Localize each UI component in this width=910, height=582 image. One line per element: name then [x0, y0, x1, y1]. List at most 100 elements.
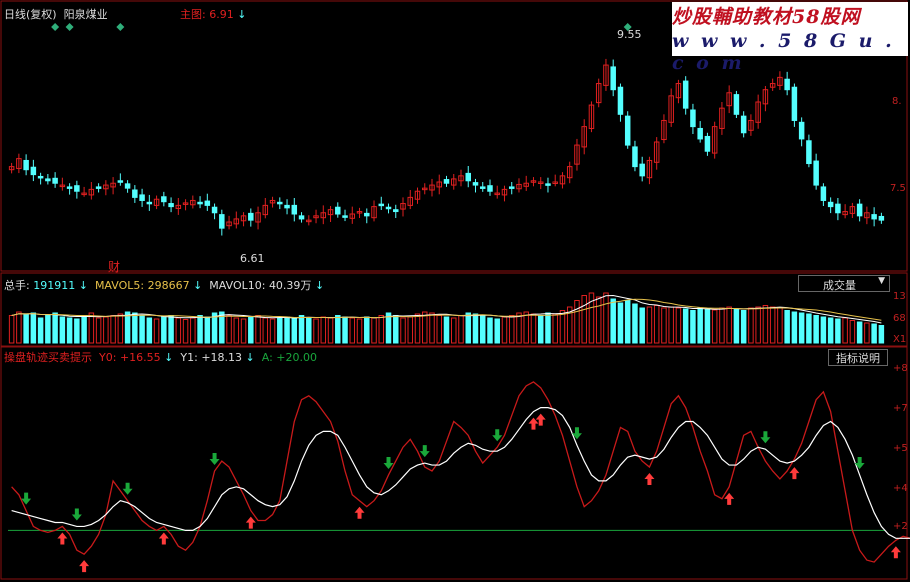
volume-bar: [755, 306, 761, 344]
volume-bar: [610, 298, 616, 344]
candle-body: [393, 209, 399, 213]
volume-bar: [617, 302, 624, 344]
candle-body: [37, 175, 44, 179]
candle-body: [342, 215, 348, 218]
candle-body: [798, 121, 805, 140]
candle-body: [443, 179, 450, 184]
volume-bar: [436, 315, 442, 344]
volume-indicator-dropdown[interactable]: 成交量 ▼: [798, 275, 890, 292]
volume-bar: [574, 300, 580, 344]
volume-bar: [364, 316, 370, 344]
candle-body: [23, 159, 29, 171]
volume-bar: [711, 309, 718, 344]
volume-bar: [320, 316, 327, 344]
candle-body: [139, 194, 145, 201]
volume-bar: [233, 317, 240, 344]
volume-bar: [371, 317, 377, 344]
cai-marker: 财: [108, 260, 121, 274]
volume-bar: [59, 316, 66, 344]
price-axis-label-1: 8.: [892, 96, 902, 107]
sell-arrow-icon: [854, 456, 865, 469]
candle-body: [277, 201, 283, 205]
price-high-label: 9.55: [617, 28, 642, 41]
volume-bar: [197, 315, 203, 344]
indicator-axis-label-3: +5: [893, 443, 908, 454]
volume-bar: [16, 311, 22, 344]
stock-name: 阳泉煤业: [63, 8, 108, 21]
volume-bar: [545, 312, 551, 344]
volume-bar: [458, 315, 464, 344]
volume-bar: [248, 316, 254, 344]
volume-bar: [653, 305, 660, 344]
volume-bar: [23, 313, 29, 344]
candle-body: [784, 78, 790, 91]
volume-bar: [117, 313, 124, 344]
buy-arrow-icon: [644, 473, 655, 486]
main-chart-value: 6.91: [209, 8, 234, 21]
signal-diamond-icon: [65, 23, 74, 31]
buy-arrow-icon: [724, 492, 735, 505]
candle-body: [465, 172, 471, 182]
volume-bar: [52, 312, 58, 344]
candle-body: [632, 146, 638, 168]
volume-bar: [508, 315, 515, 344]
volume-bar: [661, 307, 667, 344]
volume-bar: [95, 317, 102, 344]
volume-bar: [175, 317, 182, 344]
volume-bar: [190, 317, 196, 344]
volume-bar: [624, 300, 631, 344]
watermark-url: w w w . 5 8 G u . c o m: [672, 30, 908, 74]
volume-bar: [153, 318, 160, 344]
candle-body: [197, 201, 203, 205]
volume-bar: [762, 305, 769, 344]
candle-body: [117, 180, 124, 183]
candle-body: [146, 201, 153, 205]
volume-bar: [306, 317, 312, 344]
volume-bar: [277, 317, 283, 344]
volume-bar: [849, 320, 856, 344]
volume-bar: [146, 317, 153, 344]
mavol10-label: MAVOL10:: [209, 279, 266, 292]
down-arrow-icon: ↓: [245, 351, 255, 364]
volume-bar: [110, 315, 116, 344]
volume-bar: [378, 315, 385, 344]
candle-body: [52, 177, 58, 184]
volume-bar: [523, 311, 529, 344]
indicator-help-button[interactable]: 指标说明: [828, 349, 888, 366]
volume-header: 总手: 191911 ↓ MAVOL5: 298667 ↓ MAVOL10: 4…: [4, 277, 324, 293]
volume-bar: [740, 310, 747, 344]
candle-body: [132, 189, 138, 198]
candle-body: [74, 185, 80, 192]
buy-arrow-icon: [535, 413, 546, 426]
volume-bar: [262, 317, 269, 344]
volume-bar: [414, 313, 421, 344]
mavol5-value: 298667: [147, 279, 190, 292]
candle-body: [545, 183, 551, 186]
sell-arrow-icon: [209, 453, 220, 465]
down-arrow-icon: ↓: [164, 351, 174, 364]
signal-diamond-icon: [51, 23, 60, 31]
volume-bar: [124, 311, 131, 344]
candle-body: [291, 204, 298, 215]
volume-bar: [8, 315, 15, 344]
volume-bar: [422, 311, 428, 344]
volume-bar: [37, 317, 44, 344]
candle-body: [385, 206, 392, 210]
volume-bar: [769, 306, 776, 344]
volume-bar: [581, 295, 587, 344]
candle-body: [806, 140, 812, 165]
total-value: 191911: [33, 279, 76, 292]
candle-body: [508, 186, 515, 189]
volume-bar: [501, 316, 508, 344]
candle-body: [733, 94, 740, 115]
candle-body: [45, 178, 51, 182]
volume-bar: [798, 312, 805, 344]
candle-body: [298, 215, 305, 220]
candle-body: [856, 203, 863, 217]
volume-bar: [675, 307, 682, 344]
volume-bar: [487, 317, 493, 344]
buy-arrow-icon: [789, 467, 800, 480]
sell-arrow-icon: [122, 482, 133, 495]
candle-body: [827, 201, 834, 208]
volume-bar: [595, 296, 602, 344]
